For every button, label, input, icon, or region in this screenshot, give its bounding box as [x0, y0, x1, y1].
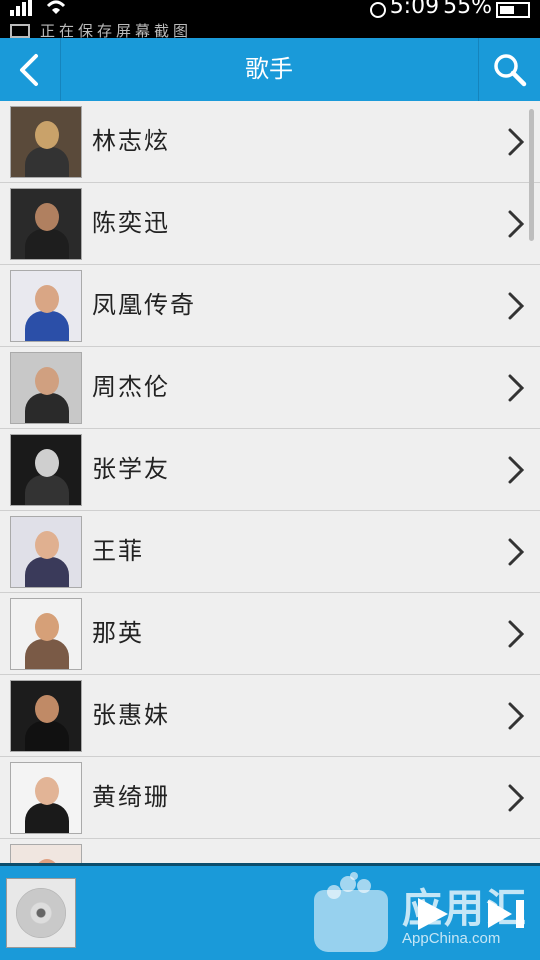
avatar-figure-head — [35, 531, 59, 559]
artist-name: 林志炫 — [92, 127, 170, 155]
chevron-left-icon — [20, 54, 38, 86]
artist-avatar — [10, 352, 82, 424]
avatar-figure-body — [25, 639, 69, 669]
watermark-bag-icon — [314, 890, 388, 952]
wifi-icon — [46, 0, 66, 14]
artist-row[interactable]: 那英 — [0, 593, 540, 675]
artist-row[interactable]: 林志炫 — [0, 101, 540, 183]
artist-avatar — [10, 106, 82, 178]
avatar-figure-head — [35, 777, 59, 805]
chevron-right-icon — [508, 128, 525, 156]
artist-avatar — [10, 434, 82, 506]
avatar-figure-head — [35, 121, 59, 149]
search-icon — [494, 54, 527, 87]
back-button[interactable] — [0, 38, 61, 101]
chevron-right-icon — [508, 702, 525, 730]
artist-name: 凤凰传奇 — [92, 291, 196, 319]
artist-row[interactable]: 陈奕迅 — [0, 183, 540, 265]
status-time: 5:09 — [389, 0, 440, 19]
avatar-figure-body — [25, 721, 69, 751]
app-header: 歌手 — [0, 38, 540, 101]
play-icon — [418, 898, 448, 930]
artist-row[interactable]: 张学友 — [0, 429, 540, 511]
avatar-figure-body — [25, 147, 69, 177]
artist-avatar — [10, 270, 82, 342]
chevron-right-icon — [508, 292, 525, 320]
avatar-figure-body — [25, 557, 69, 587]
artist-row[interactable]: 周杰伦 — [0, 347, 540, 429]
avatar-figure-body — [25, 393, 69, 423]
artist-avatar — [10, 598, 82, 670]
signal-icon — [10, 0, 32, 16]
play-button[interactable] — [412, 894, 452, 938]
artist-list[interactable]: 林志炫陈奕迅凤凰传奇周杰伦张学友王菲那英张惠妹黄绮珊 — [0, 101, 540, 863]
avatar-figure-head — [35, 367, 59, 395]
avatar-figure-body — [25, 311, 69, 341]
avatar-figure-head — [35, 285, 59, 313]
artist-name: 周杰伦 — [92, 373, 170, 401]
artist-avatar — [10, 680, 82, 752]
artist-row[interactable]: 张惠妹 — [0, 675, 540, 757]
artist-avatar — [10, 762, 82, 834]
now-playing-cover[interactable] — [6, 878, 76, 948]
artist-name: 王菲 — [92, 537, 144, 565]
status-bar: 正在保存屏幕截图 5:09 55% — [0, 0, 540, 40]
next-button[interactable] — [484, 894, 528, 938]
next-track-icon — [488, 900, 524, 928]
search-button[interactable] — [478, 38, 540, 101]
screenshot-notification-icon — [10, 24, 30, 38]
artist-name: 陈奕迅 — [92, 209, 170, 237]
artist-name: 黄绮珊 — [92, 783, 170, 811]
chevron-right-icon — [508, 374, 525, 402]
avatar-figure-head — [35, 203, 59, 231]
avatar-figure-body — [25, 475, 69, 505]
chevron-right-icon — [508, 784, 525, 812]
chevron-right-icon — [508, 538, 525, 566]
artist-avatar — [10, 188, 82, 260]
avatar-figure-head — [35, 449, 59, 477]
chevron-right-icon — [508, 620, 525, 648]
artist-row[interactable]: 凤凰传奇 — [0, 265, 540, 347]
avatar-figure-body — [25, 803, 69, 833]
status-right: 5:09 55% — [369, 0, 530, 19]
scrollbar[interactable] — [529, 109, 534, 241]
artist-name: 那英 — [92, 619, 144, 647]
avatar-figure-head — [35, 695, 59, 723]
artist-avatar — [10, 844, 82, 863]
player-bar: 应用汇 AppChina.com — [0, 863, 540, 960]
artist-name: 张惠妹 — [92, 701, 170, 729]
page-title: 歌手 — [245, 55, 293, 83]
artist-avatar — [10, 516, 82, 588]
avatar-figure-body — [25, 229, 69, 259]
battery-percent: 55% — [443, 0, 492, 19]
chevron-right-icon — [508, 456, 525, 484]
avatar-figure-head — [35, 613, 59, 641]
artist-row[interactable]: 黄绮珊 — [0, 757, 540, 839]
battery-icon — [496, 1, 530, 18]
cd-disc-icon — [16, 888, 66, 938]
artist-row[interactable] — [0, 839, 540, 863]
alarm-clock-icon — [369, 1, 386, 18]
chevron-right-icon — [508, 210, 525, 238]
artist-row[interactable]: 王菲 — [0, 511, 540, 593]
artist-name: 张学友 — [92, 455, 170, 483]
